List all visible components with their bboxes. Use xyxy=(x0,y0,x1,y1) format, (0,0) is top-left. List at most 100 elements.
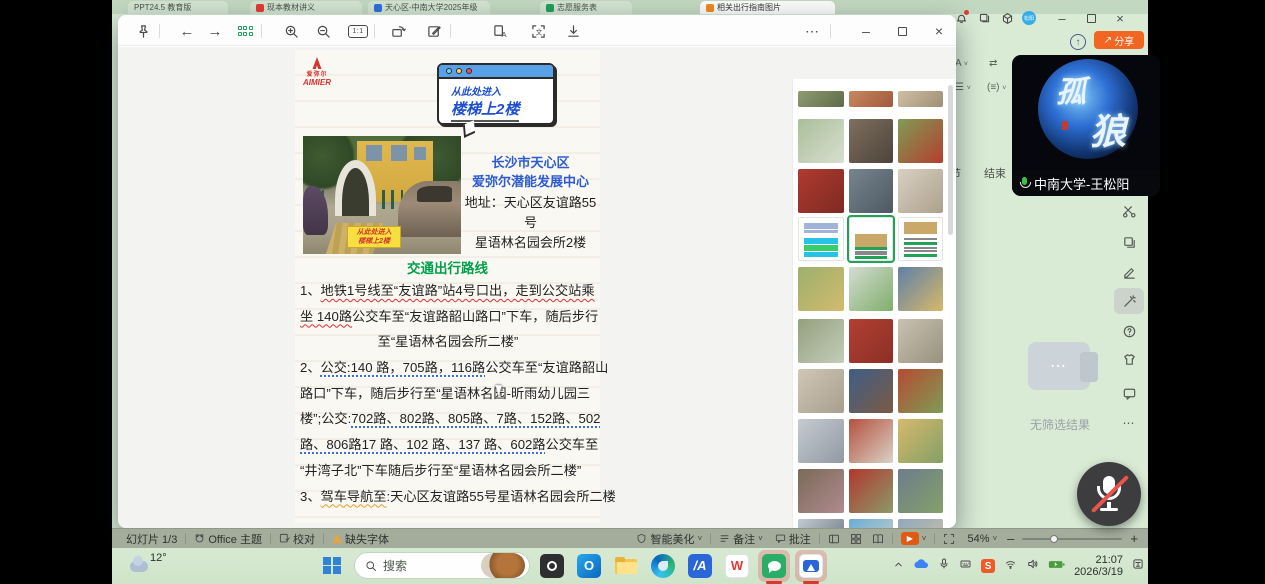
ppt-minimize-button[interactable]: – xyxy=(1051,9,1073,27)
thumbnail[interactable] xyxy=(798,169,844,213)
thumbnail[interactable] xyxy=(898,419,943,463)
upload-icon[interactable]: ↑ xyxy=(1070,34,1086,50)
touch-keyboard-icon[interactable] xyxy=(959,557,972,575)
ppt-close-button[interactable]: × xyxy=(1109,9,1131,27)
view-normal-button[interactable] xyxy=(828,533,840,545)
thumbnail[interactable] xyxy=(898,519,943,528)
thumbnail[interactable] xyxy=(849,169,893,213)
extract-text-icon[interactable]: 文 xyxy=(528,21,548,41)
zoom-out-icon[interactable] xyxy=(313,21,333,41)
document-tab-2[interactable]: 天心区-中南大学2025年级 xyxy=(368,1,490,14)
thumbnail[interactable] xyxy=(849,469,893,513)
translate-icon[interactable]: A xyxy=(490,21,510,41)
search-highlight-image[interactable] xyxy=(481,553,525,578)
zoom-percent[interactable]: 54%˅ xyxy=(967,533,997,545)
thumbnail-selected[interactable] xyxy=(849,217,893,261)
thumbnail[interactable] xyxy=(849,369,893,413)
viewer-close-button[interactable]: × xyxy=(929,21,949,41)
thumbnail[interactable] xyxy=(798,267,844,311)
viewer-minimize-button[interactable]: – xyxy=(856,21,876,41)
zoom-slider[interactable] xyxy=(1022,538,1122,540)
missing-font-warning[interactable]: 缺失字体 xyxy=(332,531,389,547)
jianying-icon[interactable]: /A xyxy=(688,554,712,578)
thumbnail[interactable] xyxy=(898,469,943,513)
battery-icon[interactable] xyxy=(1048,557,1065,575)
back-icon[interactable]: ← xyxy=(177,21,197,41)
document-tab-4[interactable]: 相关出行指南图片 xyxy=(700,1,835,14)
fit-screen-button[interactable] xyxy=(943,533,955,545)
thumbnail[interactable] xyxy=(849,267,893,311)
mute-microphone-button[interactable] xyxy=(1077,462,1141,526)
thumbnail[interactable] xyxy=(898,91,943,107)
forward-icon[interactable]: → xyxy=(205,21,225,41)
taskbar-clock[interactable]: 21:07 2026/3/19 xyxy=(1074,554,1123,578)
signature-icon[interactable] xyxy=(1114,259,1144,285)
share-button[interactable]: ↗分享 xyxy=(1094,31,1144,49)
thumbnail[interactable] xyxy=(898,267,943,311)
capture-app-icon[interactable] xyxy=(540,554,564,578)
tray-chevron-up-icon[interactable] xyxy=(893,557,904,575)
thumbnail[interactable] xyxy=(798,119,844,163)
thumbnail[interactable] xyxy=(898,217,943,261)
document-tab-3[interactable]: 志愿服务表 xyxy=(540,1,632,14)
wechat-icon[interactable] xyxy=(762,554,786,578)
thumbnail[interactable] xyxy=(798,519,844,528)
thumbnail-scrollbar[interactable] xyxy=(948,85,953,235)
pin-icon[interactable] xyxy=(133,21,153,41)
thumbnail[interactable] xyxy=(849,91,893,107)
proofing-button[interactable]: 校对 xyxy=(279,531,315,547)
wifi-icon[interactable] xyxy=(1004,557,1017,575)
zoom-in-icon[interactable] xyxy=(281,21,301,41)
document-tab-1[interactable]: 现本教材讲义 xyxy=(250,1,362,14)
smart-beautify-button[interactable]: 智能美化˅ xyxy=(636,531,702,547)
thumbnail[interactable] xyxy=(898,119,943,163)
windows-start-button[interactable] xyxy=(320,554,344,578)
actual-size-icon[interactable]: 1:1 xyxy=(348,21,368,41)
zoom-in-control[interactable]: + xyxy=(1130,531,1138,546)
clip-icon[interactable] xyxy=(1114,198,1144,224)
thumbnail[interactable] xyxy=(898,169,943,213)
thumbnail[interactable] xyxy=(849,419,893,463)
help-icon[interactable] xyxy=(1114,318,1144,344)
wps-icon[interactable]: W xyxy=(725,554,749,578)
more-icon[interactable]: ⋯ xyxy=(1114,410,1144,436)
slideshow-play-button[interactable]: ▶˅ xyxy=(901,532,927,545)
taskbar-search[interactable]: 搜索 xyxy=(354,552,530,579)
thumbnail[interactable] xyxy=(898,369,943,413)
video-participant-tile[interactable]: 孤 狼 中南大学-王松阳 xyxy=(1012,55,1160,196)
feedback-icon[interactable] xyxy=(1114,380,1144,406)
ime-mode-icon[interactable] xyxy=(1132,557,1144,575)
sogou-input-icon[interactable]: S xyxy=(981,559,995,573)
thumbnail[interactable] xyxy=(849,119,893,163)
thumbnail[interactable] xyxy=(849,519,893,528)
box-3d-icon[interactable] xyxy=(999,10,1015,26)
zoom-out-control[interactable]: – xyxy=(1007,531,1014,546)
zoom-slider-handle[interactable] xyxy=(1050,535,1058,543)
view-read-button[interactable] xyxy=(872,533,884,545)
thumbnail[interactable] xyxy=(798,419,844,463)
rotate-icon[interactable] xyxy=(388,21,408,41)
thumbnail[interactable] xyxy=(798,369,844,413)
thumbnail[interactable] xyxy=(798,217,844,261)
viewer-more-button[interactable]: ⋯ xyxy=(802,21,822,41)
explorer-icon[interactable] xyxy=(614,554,638,578)
skin-icon[interactable] xyxy=(1114,346,1144,372)
notes-button[interactable]: 备注˅ xyxy=(719,531,763,547)
thumbnail[interactable] xyxy=(898,319,943,363)
view-sorter-button[interactable] xyxy=(850,533,862,545)
edge-icon[interactable] xyxy=(651,554,675,578)
edit-icon[interactable] xyxy=(424,21,444,41)
office-theme-button[interactable]: Office 主题 xyxy=(194,531,262,547)
comments-button[interactable]: 批注 xyxy=(775,531,811,547)
taskbar-weather[interactable]: 12° xyxy=(130,552,167,572)
grid-view-icon[interactable] xyxy=(235,21,255,41)
tray-mic-icon[interactable] xyxy=(938,557,950,575)
outlook-icon[interactable]: O xyxy=(577,554,601,578)
voov-meeting-icon[interactable] xyxy=(799,554,823,578)
ppt-restore-button[interactable] xyxy=(1080,9,1102,27)
viewer-maximize-button[interactable] xyxy=(892,21,912,41)
thumbnail[interactable] xyxy=(798,319,844,363)
onedrive-icon[interactable] xyxy=(913,557,929,575)
document-tab-0[interactable]: PPT24.5 教育版 xyxy=(128,1,228,14)
thumbnail[interactable] xyxy=(798,469,844,513)
